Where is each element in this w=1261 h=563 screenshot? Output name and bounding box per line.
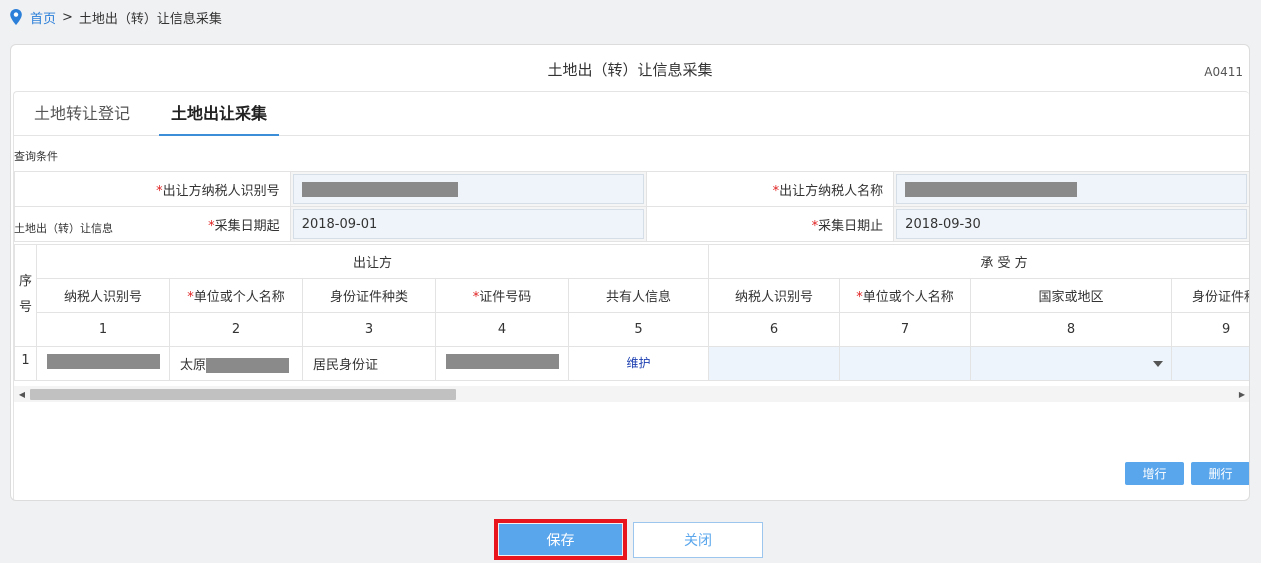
query-form: *出让方纳税人识别号 *出让方纳税人名称 *采集日期起 2018-09-01 *…: [14, 171, 1249, 242]
table-row: 1 太原 居民身份证 维护: [14, 346, 1249, 381]
col-header-3: 身份证件种类: [302, 278, 436, 313]
buyer-country-select[interactable]: [970, 346, 1173, 381]
buyer-name-cell[interactable]: [839, 346, 972, 381]
col-num-3: 3: [302, 312, 436, 347]
scroll-left-icon[interactable]: ◀: [15, 386, 29, 402]
main-panel: 土地出（转）让信息采集 A0411 土地转让登记 土地出让采集 查询条件 *出让…: [10, 44, 1250, 501]
col-num-2: 2: [169, 312, 303, 347]
col-header-8: 国家或地区: [970, 278, 1173, 313]
scroll-right-icon[interactable]: ▶: [1235, 386, 1249, 402]
chevron-down-icon: [1153, 361, 1164, 367]
form-code: A0411: [1204, 65, 1243, 79]
col-num-9: 9: [1171, 312, 1249, 347]
col-header-2: *单位或个人名称: [169, 278, 303, 313]
seller-id-number-cell[interactable]: [435, 346, 569, 381]
date-end-label: *采集日期止: [646, 206, 895, 242]
col-header-5: 共有人信息: [567, 278, 710, 313]
col-num-5: 5: [567, 312, 710, 347]
add-row-button[interactable]: 增行: [1125, 462, 1184, 485]
delete-row-button[interactable]: 删行: [1191, 462, 1249, 485]
col-header-4: *证件号码: [435, 278, 569, 313]
col-num-6: 6: [708, 312, 841, 347]
redacted-value: [206, 358, 290, 373]
close-button[interactable]: 关闭: [633, 522, 763, 558]
seller-tax-id-cell[interactable]: [36, 346, 170, 381]
seller-tax-id-label: *出让方纳税人识别号: [14, 171, 291, 207]
co-owner-maintain-link[interactable]: 维护: [627, 356, 651, 370]
co-owner-cell: 维护: [567, 346, 710, 381]
col-num-8: 8: [970, 312, 1173, 347]
tab-land-grant-collect[interactable]: 土地出让采集: [159, 92, 279, 136]
horizontal-scrollbar[interactable]: ◀ ▶: [14, 386, 1249, 402]
col-header-9: 身份证件种: [1171, 278, 1249, 313]
redacted-value: [445, 354, 559, 369]
seller-group-header: 出让方: [35, 244, 710, 279]
seller-id-type-cell[interactable]: 居民身份证: [302, 346, 436, 381]
redacted-value: [301, 181, 458, 197]
col-num-7: 7: [839, 312, 972, 347]
col-header-1: 纳税人识别号: [36, 278, 170, 313]
buyer-tax-id-cell[interactable]: [708, 346, 841, 381]
grid-section-caption: 土地出（转）让信息: [14, 222, 113, 235]
tab-bar: 土地转让登记 土地出让采集: [14, 92, 1249, 136]
breadcrumb-home-link[interactable]: 首页: [30, 8, 56, 27]
query-section-caption: 查询条件: [14, 150, 58, 163]
page-title: 土地出（转）让信息采集: [547, 61, 713, 79]
seller-name-cell[interactable]: 太原: [169, 346, 303, 381]
transfer-grid: 序号 出让方 承 受 方 纳税人识别号 *单位或个人名称 身份证件种类 *证件号…: [14, 244, 1249, 386]
breadcrumb-current: 土地出（转）让信息采集: [78, 11, 222, 27]
location-pin-icon: [10, 9, 22, 25]
seq-header: 序号: [14, 244, 37, 347]
redacted-value: [46, 354, 160, 369]
seller-tax-id-field[interactable]: [289, 171, 648, 207]
col-header-6: 纳税人识别号: [708, 278, 841, 313]
save-button[interactable]: 保存: [499, 524, 622, 555]
date-end-field[interactable]: 2018-09-30: [893, 206, 1249, 242]
buyer-group-header: 承 受 方: [708, 244, 1249, 279]
col-num-4: 4: [435, 312, 569, 347]
buyer-id-type-cell[interactable]: [1171, 346, 1249, 381]
seller-name-label: *出让方纳税人名称: [646, 171, 895, 207]
row-seq: 1: [14, 346, 37, 381]
breadcrumb: 首页 > 土地出（转）让信息采集: [9, 6, 222, 28]
scrollbar-thumb[interactable]: [30, 389, 456, 400]
redacted-value: [905, 181, 1078, 197]
seller-name-field[interactable]: [893, 171, 1249, 207]
tab-container: 土地转让登记 土地出让采集 查询条件 *出让方纳税人识别号 *出让方纳税人名称 …: [13, 91, 1249, 500]
col-header-7: *单位或个人名称: [839, 278, 972, 313]
date-start-field[interactable]: 2018-09-01: [289, 206, 648, 242]
tab-land-transfer-register[interactable]: 土地转让登记: [30, 92, 134, 136]
breadcrumb-separator: >: [62, 9, 73, 25]
col-num-1: 1: [36, 312, 170, 347]
